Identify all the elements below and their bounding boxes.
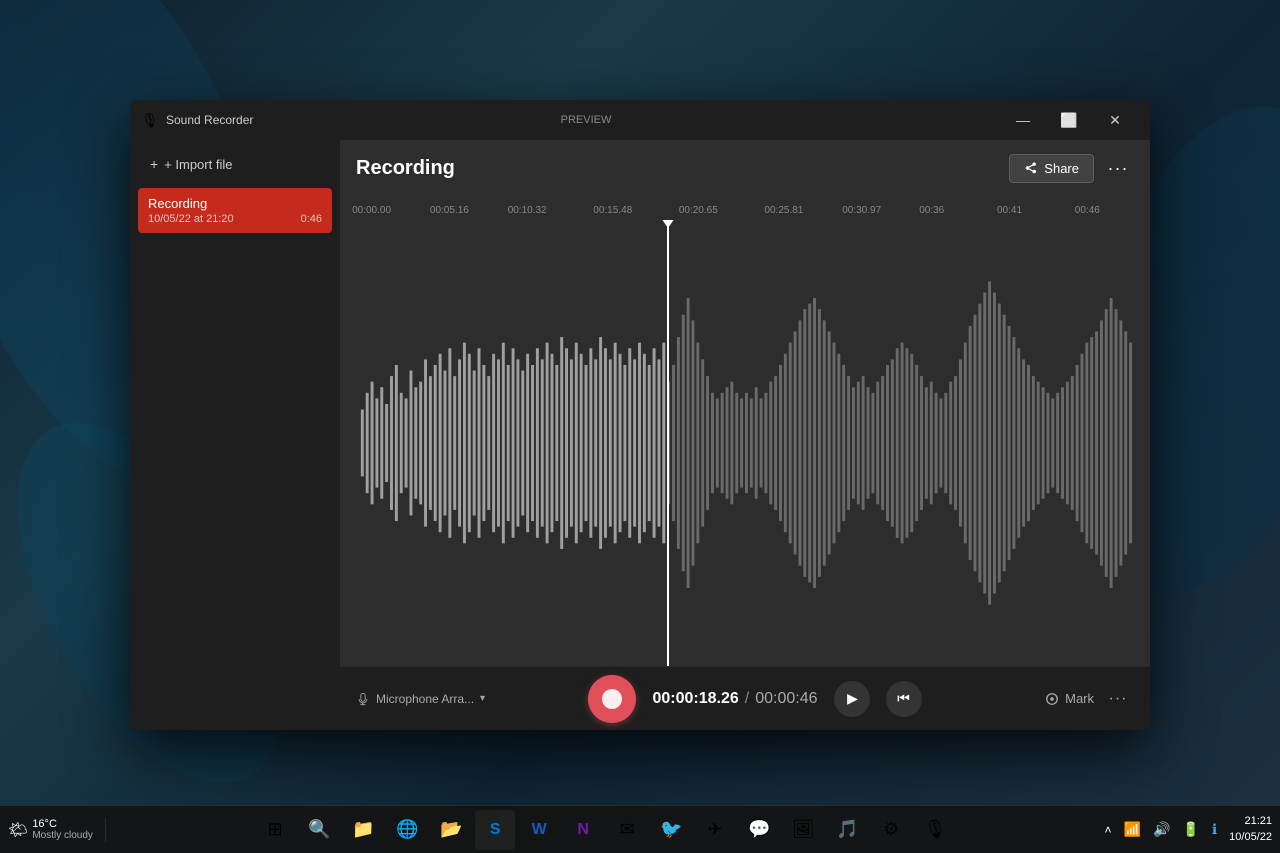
maximize-button[interactable]: ⬜ <box>1046 104 1092 136</box>
waveform-area[interactable] <box>356 220 1134 666</box>
top-bar-actions: Share ··· <box>1009 152 1134 184</box>
timeline-tick-2: 00:10.32 <box>508 205 547 216</box>
chevron-up-icon[interactable]: ˄ <box>1101 819 1116 841</box>
recording-list-item[interactable]: Recording 10/05/22 at 21:20 0:46 <box>138 188 332 233</box>
timeline-tick-4: 00:20.65 <box>679 205 718 216</box>
taskbar-divider <box>105 818 106 842</box>
record-button[interactable] <box>588 675 636 723</box>
clock-date: 10/05/22 <box>1229 830 1272 845</box>
skip-icon: ⏮ <box>897 690 910 707</box>
taskbar-onenote[interactable]: N <box>563 810 603 850</box>
clock-time: 21:21 <box>1244 814 1272 829</box>
weather-widget[interactable]: 🌤 16°C Mostly cloudy <box>0 818 101 841</box>
mic-label: Microphone Arra... <box>376 692 474 706</box>
time-current: 00:00:18.26 <box>652 690 738 708</box>
weather-temp: 16°C <box>32 818 93 830</box>
play-icon: ▶ <box>847 690 858 707</box>
volume-icon[interactable]: 🔊 <box>1149 817 1174 842</box>
microphone-icon <box>356 692 370 706</box>
close-button[interactable]: ✕ <box>1092 104 1138 136</box>
play-button[interactable]: ▶ <box>834 681 870 717</box>
waveform-visualization <box>356 220 1134 666</box>
main-panel: Recording Share ··· 00 <box>340 140 1150 730</box>
record-inner-dot <box>602 689 622 709</box>
playhead <box>667 220 669 666</box>
share-label: Share <box>1044 161 1079 176</box>
taskbar-photos[interactable]: 🖼 <box>783 810 823 850</box>
timeline-tick-3: 00:15.48 <box>593 205 632 216</box>
taskbar-store[interactable]: S <box>475 810 515 850</box>
taskbar-settings[interactable]: ⚙ <box>871 810 911 850</box>
taskbar-edge[interactable]: 🌐 <box>387 810 427 850</box>
bottom-controls: Microphone Arra... ▾ 00:00:18.26 / 00:00… <box>340 666 1150 730</box>
taskbar-file-explorer[interactable]: 📁 <box>343 810 383 850</box>
app-icon: 🎙 <box>142 112 158 128</box>
taskbar-search[interactable]: 🔍 <box>299 810 339 850</box>
mark-button[interactable]: Mark <box>1045 691 1094 706</box>
share-button[interactable]: Share <box>1009 154 1094 183</box>
recording-item-meta: 10/05/22 at 21:20 0:46 <box>148 213 322 225</box>
weather-icon: 🌤 <box>8 820 28 840</box>
taskbar-folder[interactable]: 📂 <box>431 810 471 850</box>
network-icon[interactable]: 📶 <box>1120 817 1145 842</box>
taskbar-spotify[interactable]: 🎵 <box>827 810 867 850</box>
app-body: + + Import file Recording 10/05/22 at 21… <box>130 140 1150 730</box>
mic-chevron-icon: ▾ <box>480 693 485 704</box>
taskbar-sound-recorder[interactable]: 🎙 <box>915 810 955 850</box>
main-top-bar: Recording Share ··· <box>340 140 1150 196</box>
info-icon[interactable]: ℹ <box>1208 817 1221 842</box>
plus-icon: + <box>150 156 158 172</box>
battery-icon[interactable]: 🔋 <box>1178 817 1203 842</box>
mark-label: Mark <box>1065 691 1094 706</box>
timeline-tick-7: 00:36 <box>919 205 944 216</box>
controls-right: Mark ··· <box>994 683 1134 715</box>
recording-item-name: Recording <box>148 196 322 211</box>
playback-controls: 00:00:18.26 / 00:00:46 ▶ ⏮ <box>516 675 994 723</box>
playhead-marker <box>661 220 675 228</box>
taskbar-whatsapp[interactable]: 💬 <box>739 810 779 850</box>
time-separator: / <box>745 690 749 708</box>
sidebar: + + Import file Recording 10/05/22 at 21… <box>130 140 340 730</box>
more-options-button[interactable]: ··· <box>1102 152 1134 184</box>
taskbar-app-icons: ⊞ 🔍 📁 🌐 📂 S W N ✉ 🐦 ✈ 💬 🖼 🎵 ⚙ 🎙 <box>110 810 1101 850</box>
import-label: + Import file <box>164 157 232 172</box>
time-display: 00:00:18.26 / 00:00:46 <box>652 690 817 708</box>
app-title: Sound Recorder <box>166 113 555 127</box>
taskbar: 🌤 16°C Mostly cloudy ⊞ 🔍 📁 🌐 📂 S W N ✉ 🐦… <box>0 805 1280 853</box>
recording-item-duration: 0:46 <box>301 213 322 225</box>
timeline-tick-5: 00:25.81 <box>764 205 803 216</box>
recording-item-date: 10/05/22 at 21:20 <box>148 213 234 225</box>
controls-more-icon: ··· <box>1109 690 1128 708</box>
skip-to-start-button[interactable]: ⏮ <box>886 681 922 717</box>
share-icon <box>1024 161 1038 175</box>
preview-badge: PREVIEW <box>561 114 612 126</box>
timeline-tick-9: 00:46 <box>1075 205 1100 216</box>
microphone-selector[interactable]: Microphone Arra... ▾ <box>356 692 516 706</box>
window-controls: — ⬜ ✕ <box>1000 104 1138 136</box>
timeline-tick-1: 00:05.16 <box>430 205 469 216</box>
app-window: 🎙 Sound Recorder PREVIEW — ⬜ ✕ + + Impor… <box>130 100 1150 730</box>
more-icon: ··· <box>1108 158 1129 179</box>
taskbar-mail[interactable]: ✉ <box>607 810 647 850</box>
taskbar-twitter[interactable]: 🐦 <box>651 810 691 850</box>
title-bar: 🎙 Sound Recorder PREVIEW — ⬜ ✕ <box>130 100 1150 140</box>
timeline-ruler: 00:00.00 00:05.16 00:10.32 00:15.48 00:2… <box>356 196 1134 220</box>
timeline-tick-6: 00:30.97 <box>842 205 881 216</box>
timeline-tick-0: 00:00.00 <box>352 205 391 216</box>
taskbar-word[interactable]: W <box>519 810 559 850</box>
system-tray: ˄ 📶 🔊 🔋 ℹ <box>1101 817 1222 842</box>
recording-title: Recording <box>356 157 455 180</box>
minimize-button[interactable]: — <box>1000 104 1046 136</box>
import-file-button[interactable]: + + Import file <box>138 148 332 180</box>
mark-icon <box>1045 692 1059 706</box>
taskbar-telegram[interactable]: ✈ <box>695 810 735 850</box>
taskbar-clock[interactable]: 21:21 10/05/22 <box>1221 814 1280 845</box>
weather-desc: Mostly cloudy <box>32 830 93 841</box>
controls-more-button[interactable]: ··· <box>1102 683 1134 715</box>
taskbar-start-button[interactable]: ⊞ <box>255 810 295 850</box>
time-total: 00:00:46 <box>755 690 817 708</box>
timeline-tick-8: 00:41 <box>997 205 1022 216</box>
